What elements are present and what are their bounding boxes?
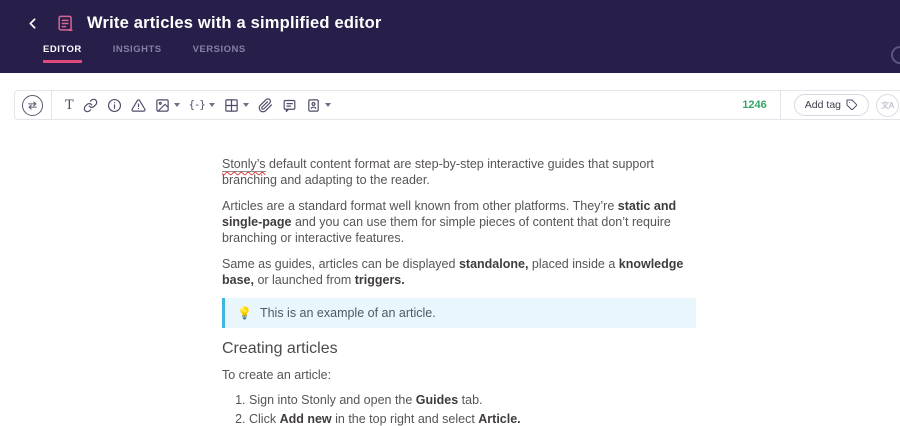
info-block-button[interactable] [106,96,123,115]
paragraph[interactable]: Stonly’s default content format are step… [222,156,696,188]
widget-button[interactable] [305,96,332,115]
tip-callout[interactable]: 💡 This is an example of an article. [222,298,696,328]
add-tag-label: Add tag [804,99,841,111]
tab-editor[interactable]: EDITOR [43,44,82,63]
back-button[interactable] [22,13,42,33]
steps-list[interactable]: Sign into Stonly and open the Guides tab… [222,392,696,426]
info-icon [107,98,122,113]
paragraph[interactable]: Same as guides, articles can be displaye… [222,256,696,288]
text-style-button[interactable]: T [64,97,75,114]
paperclip-icon [258,97,273,113]
chevron-down-icon [208,103,215,107]
character-count: 1246 [742,99,767,111]
section-heading[interactable]: Creating articles [222,340,696,358]
widget-card-icon [306,98,321,113]
header-top-row: Write articles with a simplified editor [0,0,900,33]
insert-image-button[interactable] [154,96,181,115]
editor-page: Write articles with a simplified editor … [0,0,900,426]
attachment-button[interactable] [257,96,274,115]
list-item[interactable]: Click Add new in the top right and selec… [249,411,696,426]
translate-button[interactable]: 文A [876,93,899,117]
swap-horizontal-icon [26,99,39,112]
article-document-icon [56,14,75,33]
insert-snippet-button[interactable]: {-} [188,97,216,113]
header: Write articles with a simplified editor … [0,0,900,73]
note-block-button[interactable] [281,96,298,115]
link-button[interactable] [82,96,99,115]
tab-insights[interactable]: INSIGHTS [113,44,162,63]
image-icon [155,98,170,113]
editor-toolbar: T {-} 1246 Add tag 文A [14,90,900,120]
note-bubble-icon [282,98,297,113]
page-title: Write articles with a simplified editor [87,13,382,32]
warning-block-button[interactable] [130,96,147,115]
toolbar-icons: T {-} [52,96,332,115]
chevron-down-icon [324,103,331,107]
tag-icon [846,99,858,111]
chevron-left-icon [24,15,41,32]
paragraph[interactable]: Articles are a standard format well know… [222,198,696,246]
insert-table-button[interactable] [223,96,250,115]
intro-line[interactable]: To create an article: [222,367,696,383]
lightbulb-emoji-icon: 💡 [237,306,252,320]
table-icon [224,98,239,113]
add-tag-button[interactable]: Add tag [793,94,869,116]
snippet-icon: {-} [188,99,206,111]
link-icon [83,98,98,113]
swap-content-button[interactable] [22,94,43,116]
translate-icon: 文A [881,100,894,110]
chevron-down-icon [242,103,249,107]
chevron-down-icon [173,103,180,107]
toolbar-divider [779,91,781,119]
warning-triangle-icon [131,98,146,113]
callout-text: This is an example of an article. [259,306,436,320]
tab-versions[interactable]: VERSIONS [193,44,246,63]
toolbar-right: 1246 Add tag 文A [729,91,900,119]
article-editor-body[interactable]: Stonly’s default content format are step… [222,156,696,426]
text-style-icon: T [65,97,74,113]
list-item[interactable]: Sign into Stonly and open the Guides tab… [249,392,696,408]
header-tabs: EDITOR INSIGHTS VERSIONS [43,44,900,63]
